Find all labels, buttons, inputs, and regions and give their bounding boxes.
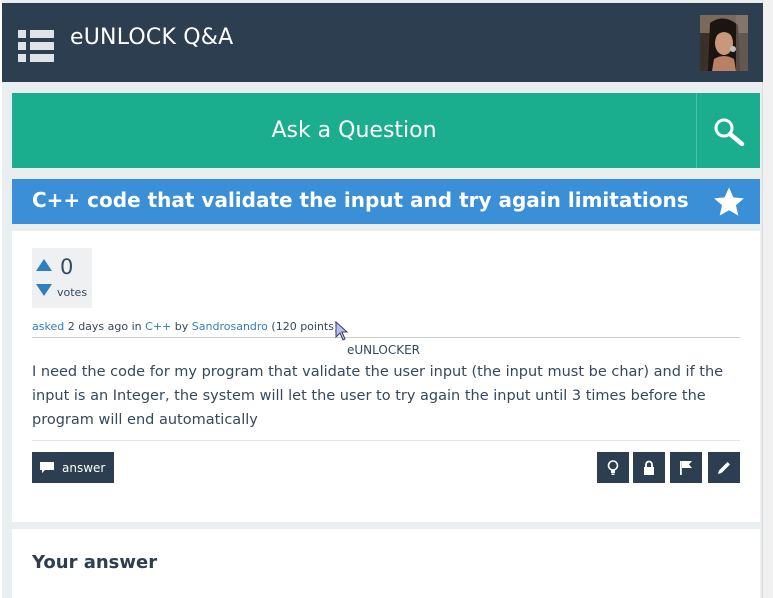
mouse-cursor-icon	[335, 321, 349, 341]
category-link[interactable]: C++	[145, 320, 171, 333]
star-icon[interactable]	[712, 185, 746, 219]
lock-icon	[644, 460, 654, 475]
answer-card: Your answer	[12, 529, 760, 598]
in-word: in	[131, 320, 142, 333]
asked-link[interactable]: asked	[32, 320, 64, 333]
lightbulb-icon	[607, 459, 619, 475]
question-meta: asked 2 days ago in C++ by Sandrosandro …	[32, 320, 338, 333]
lock-button[interactable]	[633, 452, 665, 483]
scrollbar[interactable]	[762, 0, 773, 598]
top-navigation-bar: eUNLOCK Q&A	[2, 3, 763, 82]
author-points: (120 points)	[271, 320, 339, 333]
flag-icon	[680, 461, 692, 475]
site-title[interactable]: eUNLOCK Q&A	[70, 25, 233, 50]
flag-button[interactable]	[670, 452, 702, 483]
vote-down-arrow-icon[interactable]	[36, 284, 52, 296]
lightbulb-button[interactable]	[597, 452, 629, 483]
question-body: I need the code for my program that vali…	[32, 364, 724, 428]
your-answer-heading: Your answer	[32, 552, 158, 573]
window-left-edge	[0, 0, 2, 598]
question-card: 0 votes asked 2 days ago in C++ by Sandr…	[12, 231, 760, 522]
comment-icon	[40, 461, 54, 473]
body-divider	[32, 440, 740, 441]
votes-label: votes	[57, 286, 88, 299]
edit-icon	[718, 461, 730, 474]
vote-up-arrow-icon[interactable]	[36, 259, 52, 271]
vote-count: 0	[60, 255, 74, 279]
ask-question-button[interactable]: Ask a Question	[12, 93, 696, 168]
search-button[interactable]	[696, 93, 760, 168]
answer-button-label: answer	[62, 460, 106, 475]
edit-button[interactable]	[708, 452, 740, 483]
vote-box: 0 votes	[32, 248, 92, 308]
author-tooltip: eUNLOCKER	[347, 343, 421, 357]
ask-question-bar: Ask a Question	[12, 93, 760, 168]
search-icon	[714, 118, 744, 146]
asked-time: 2 days ago	[67, 320, 129, 333]
answer-button[interactable]: answer	[32, 452, 114, 483]
user-avatar[interactable]	[700, 15, 748, 71]
by-word: by	[174, 320, 189, 333]
meta-divider	[32, 337, 740, 338]
author-link[interactable]: Sandrosandro	[192, 320, 268, 333]
question-title-bar: C++ code that validate the input and try…	[12, 179, 760, 224]
question-title: C++ code that validate the input and try…	[32, 188, 689, 212]
list-menu-icon[interactable]	[18, 28, 56, 64]
